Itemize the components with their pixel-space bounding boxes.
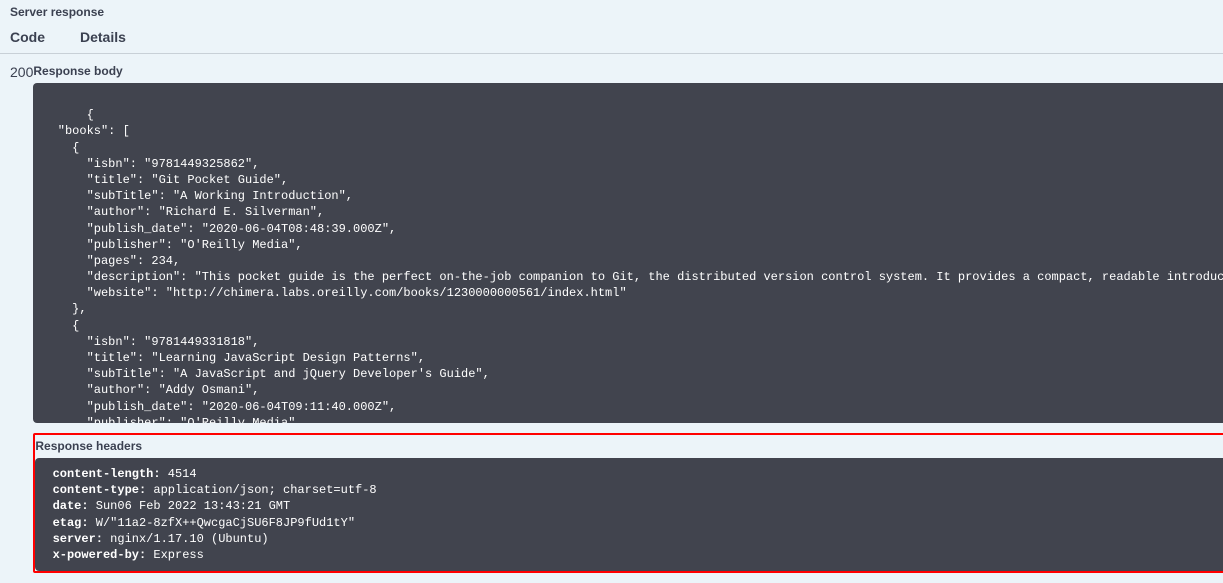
column-details-label: Details <box>80 29 1213 45</box>
response-body-label: Response body <box>33 64 1223 78</box>
response-headers-block[interactable]: content-length: 4514 content-type: appli… <box>35 458 1223 571</box>
response-body-text: { "books": [ { "isbn": "9781449325862", … <box>43 108 1223 423</box>
response-body-block[interactable]: { "books": [ { "isbn": "9781449325862", … <box>33 83 1223 423</box>
response-headers-container: Response headers content-length: 4514 co… <box>33 433 1223 573</box>
column-code-label: Code <box>10 29 80 45</box>
status-code: 200 <box>10 64 33 573</box>
column-header-row: Code Details <box>0 24 1223 54</box>
response-row: 200 Response body { "books": [ { "isbn":… <box>0 54 1223 583</box>
response-details: Response body { "books": [ { "isbn": "97… <box>33 64 1223 573</box>
response-headers-label: Response headers <box>35 439 1223 453</box>
server-response-heading: Server response <box>0 0 1223 24</box>
